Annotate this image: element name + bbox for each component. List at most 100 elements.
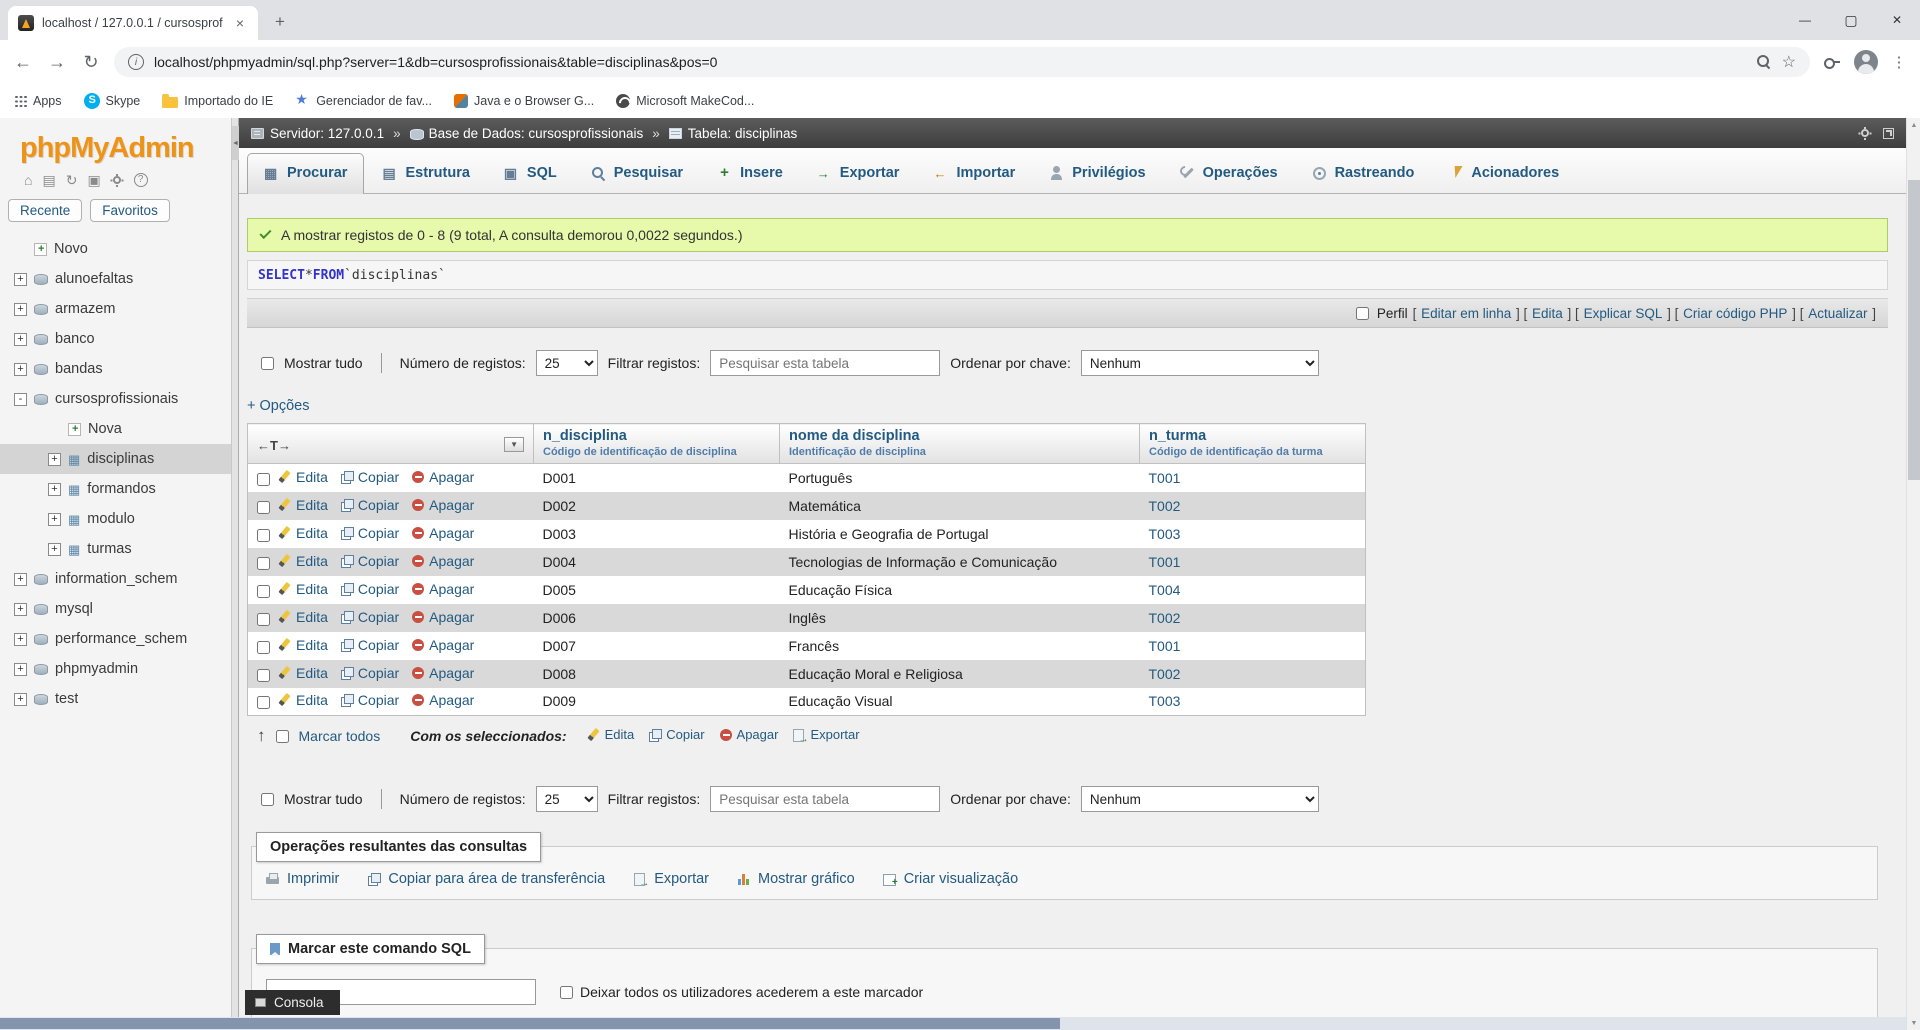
row-checkbox[interactable] (257, 585, 270, 598)
row-delete-link[interactable]: Apagar (411, 665, 474, 681)
breadcrumb-server[interactable]: Servidor: 127.0.0.1 (251, 126, 384, 141)
turma-link[interactable]: T004 (1149, 582, 1181, 598)
bookmark-item[interactable]: Importado do IE (162, 94, 273, 108)
turma-link[interactable]: T002 (1149, 610, 1181, 626)
new-tab-button[interactable] (266, 8, 294, 36)
row-copy-link[interactable]: Copiar (340, 637, 399, 653)
options-toggle[interactable]: + Opções (247, 398, 309, 414)
row-checkbox[interactable] (257, 669, 270, 682)
password-key-icon[interactable] (1822, 53, 1842, 71)
page-settings-gear-icon[interactable] (1858, 127, 1871, 140)
tab-estrutura[interactable]: Estrutura (366, 154, 485, 193)
browser-tab[interactable]: localhost / 127.0.0.1 / cursosprof (8, 6, 258, 40)
console-bar[interactable]: Consola (245, 990, 340, 1015)
tree-toggle-icon[interactable]: + (14, 303, 27, 316)
forward-icon[interactable] (46, 52, 68, 73)
breadcrumb-database-label[interactable]: Base de Dados: cursosprofissionais (429, 126, 644, 141)
tree-toggle-icon[interactable]: - (14, 393, 27, 406)
qop-view-link[interactable]: Criar visualização (883, 871, 1018, 887)
turma-link[interactable]: T001 (1149, 554, 1181, 570)
tree-item-novo[interactable]: +Novo (0, 234, 231, 264)
bookmark-public-checkbox[interactable] (560, 986, 573, 999)
row-delete-link[interactable]: Apagar (411, 637, 474, 653)
bookmark-item[interactable]: Skype (84, 93, 141, 109)
row-delete-link[interactable]: Apagar (411, 525, 474, 541)
tree-toggle-icon[interactable]: + (14, 693, 27, 706)
column-header[interactable]: n_turmaCódigo de identificação da turma (1140, 424, 1366, 464)
profiling-checkbox[interactable] (1356, 307, 1369, 320)
tree-toggle-icon[interactable]: + (14, 573, 27, 586)
turma-link[interactable]: T001 (1149, 638, 1181, 654)
qop-export-link[interactable]: Exportar (633, 871, 709, 887)
tree-toggle-icon[interactable]: + (48, 543, 61, 556)
show-all-checkbox[interactable] (261, 357, 274, 370)
bookmark-item[interactable]: Apps (14, 94, 62, 108)
row-checkbox[interactable] (257, 557, 270, 570)
tree-toggle-icon[interactable]: + (14, 663, 27, 676)
tree-item-nova[interactable]: +Nova (0, 414, 231, 444)
browser-menu-icon[interactable] (1890, 53, 1908, 71)
tab-exportar[interactable]: Exportar (801, 154, 916, 193)
row-delete-link[interactable]: Apagar (411, 553, 474, 569)
row-edit-link[interactable]: Edita (278, 553, 328, 569)
docs-icon[interactable] (42, 173, 55, 187)
column-header[interactable]: nome da disciplinaIdentificação de disci… (780, 424, 1140, 464)
tab-insere[interactable]: Insere (701, 154, 799, 193)
tree-toggle-icon[interactable]: + (14, 333, 27, 346)
tree-item-mysql[interactable]: +mysql (0, 594, 231, 624)
tree-item-test[interactable]: +test (0, 684, 231, 714)
profiling-link[interactable]: Explicar SQL (1584, 306, 1663, 321)
row-edit-link[interactable]: Edita (278, 609, 328, 625)
tree-toggle-icon[interactable]: + (14, 363, 27, 376)
tree-item-armazem[interactable]: +armazem (0, 294, 231, 324)
sort-key-select[interactable]: Nenhum (1081, 786, 1319, 812)
turma-link[interactable]: T003 (1149, 526, 1181, 542)
filter-input[interactable] (710, 786, 940, 812)
tab-procurar[interactable]: Procurar (247, 153, 364, 194)
row-edit-link[interactable]: Edita (278, 497, 328, 513)
sql-window-icon[interactable] (87, 173, 100, 187)
qop-chart-link[interactable]: Mostrar gráfico (737, 871, 855, 887)
site-info-icon[interactable] (128, 54, 144, 70)
tab-sql[interactable]: SQL (488, 154, 573, 193)
collapse-panel-icon[interactable] (232, 126, 239, 160)
profiling-link[interactable]: Criar código PHP (1683, 306, 1787, 321)
check-all-label[interactable]: Marcar todos (299, 728, 381, 744)
tree-item-turmas[interactable]: +▦turmas (0, 534, 231, 564)
per-page-select[interactable]: 25 (536, 350, 598, 376)
breadcrumb-table[interactable]: Tabela: disciplinas (669, 126, 798, 141)
row-edit-link[interactable]: Edita (278, 637, 328, 653)
bulk-delete-link[interactable]: Apagar (719, 727, 779, 742)
settings-gear-icon[interactable] (111, 174, 124, 187)
vertical-scrollbar[interactable] (1906, 118, 1920, 1030)
row-checkbox[interactable] (257, 529, 270, 542)
reload-icon[interactable] (80, 52, 102, 73)
bulk-copy-link[interactable]: Copiar (648, 727, 704, 742)
row-edit-link[interactable]: Edita (278, 665, 328, 681)
tree-item-modulo[interactable]: +▦modulo (0, 504, 231, 534)
window-minimize-button[interactable] (1782, 0, 1828, 40)
window-maximize-button[interactable] (1828, 0, 1874, 40)
bulk-export-link[interactable]: Exportar (792, 727, 859, 742)
window-close-button[interactable] (1874, 0, 1920, 40)
tab-pesquisar[interactable]: Pesquisar (575, 154, 699, 193)
column-header[interactable]: n_disciplinaCódigo de identificação de d… (534, 424, 780, 464)
breadcrumb-server-label[interactable]: Servidor: 127.0.0.1 (270, 126, 384, 141)
scroll-down-icon[interactable] (1907, 1016, 1920, 1030)
tree-toggle-icon[interactable]: + (48, 513, 61, 526)
tree-toggle-icon[interactable]: + (48, 483, 61, 496)
qop-print-link[interactable]: Imprimir (266, 871, 339, 887)
turma-link[interactable]: T002 (1149, 666, 1181, 682)
turma-link[interactable]: T002 (1149, 498, 1181, 514)
tree-item-disciplinas[interactable]: +▦disciplinas (0, 444, 231, 474)
row-copy-link[interactable]: Copiar (340, 525, 399, 541)
profiling-link[interactable]: Editar em linha (1421, 306, 1511, 321)
column-order-toggle[interactable]: ←T→ (257, 438, 291, 453)
tab-close-icon[interactable] (232, 15, 248, 31)
bookmark-item[interactable]: Gerenciador de fav... (295, 94, 432, 109)
url-input[interactable]: localhost/phpmyadmin/sql.php?server=1&db… (114, 47, 1810, 77)
tab-privilégios[interactable]: Privilégios (1033, 154, 1161, 193)
row-copy-link[interactable]: Copiar (340, 553, 399, 569)
row-edit-link[interactable]: Edita (278, 525, 328, 541)
tree-item-cursosprofissionais[interactable]: -cursosprofissionais (0, 384, 231, 414)
